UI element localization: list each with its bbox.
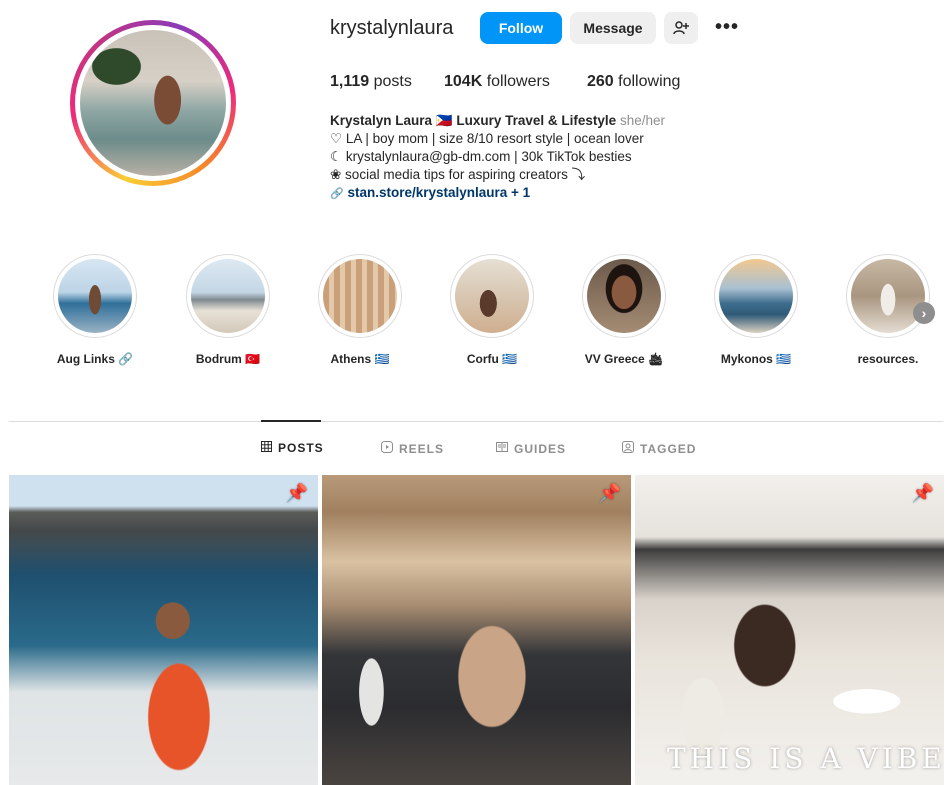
tab-reels[interactable]: REELS (381, 441, 444, 456)
following-label: following (618, 73, 681, 90)
following-count: 260 (587, 73, 614, 90)
profile-pronouns: she/her (619, 113, 665, 128)
following-stat[interactable]: 260 following (587, 73, 680, 91)
bio-link[interactable]: stan.store/krystalynlaura + 1 (347, 185, 530, 200)
highlight-ring (714, 254, 798, 338)
tab-guides[interactable]: GUIDES (496, 441, 566, 456)
profile-display-name: Krystalyn Laura 🇵🇭 Luxury Travel & Lifes… (330, 113, 617, 128)
message-button[interactable]: Message (570, 12, 656, 44)
post-thumbnail[interactable]: 📌 (322, 475, 631, 785)
profile-avatar-ring[interactable] (70, 20, 236, 186)
highlight-ring (53, 254, 137, 338)
pin-icon: 📌 (598, 483, 621, 503)
bio-line: ♡ LA | boy mom | size 8/10 resort style … (330, 131, 644, 146)
highlight-ring (846, 254, 930, 338)
tab-label: REELS (399, 442, 445, 456)
active-tab-indicator (261, 420, 321, 422)
tab-tagged[interactable]: TAGGED (622, 441, 696, 456)
profile-username: krystalynlaura (330, 17, 454, 39)
chevron-right-icon[interactable]: › (913, 302, 935, 324)
highlight-cover (455, 259, 529, 333)
highlight-item[interactable]: VV Greece 🛳 (579, 254, 669, 366)
bio-line: ❀ social media tips for aspiring creator… (330, 167, 586, 182)
highlight-cover (851, 259, 925, 333)
avatar-frame (75, 25, 231, 181)
avatar[interactable] (80, 30, 226, 176)
highlight-cover (191, 259, 265, 333)
profile-bio: Krystalyn Laura 🇵🇭 Luxury Travel & Lifes… (330, 112, 690, 203)
followers-stat[interactable]: 104K followers (444, 73, 550, 91)
post-thumbnail[interactable]: 📌 THIS IS A VIBE (635, 475, 944, 785)
link-icon: 🔗 (330, 188, 344, 200)
guides-icon (496, 441, 508, 456)
more-options-icon[interactable]: ••• (712, 14, 742, 44)
highlight-cover (323, 259, 397, 333)
highlight-ring (318, 254, 402, 338)
tab-label: TAGGED (640, 442, 697, 456)
add-user-icon (673, 21, 689, 35)
posts-label: posts (373, 73, 412, 90)
suggested-users-button[interactable] (664, 12, 698, 44)
grid-icon (261, 441, 272, 455)
highlight-item[interactable]: Corfu 🇬🇷 (447, 254, 537, 366)
highlight-label: Athens 🇬🇷 (330, 352, 390, 366)
followers-count: 104K (444, 73, 483, 90)
posts-stat: 1,119 posts (330, 73, 412, 91)
followers-label: followers (486, 73, 550, 90)
pin-icon: 📌 (911, 483, 934, 503)
highlight-ring (186, 254, 270, 338)
tagged-icon (622, 441, 634, 456)
post-caption-overlay: THIS IS A VIBE (667, 742, 944, 775)
follow-button[interactable]: Follow (480, 12, 562, 44)
pin-icon: 📌 (285, 483, 308, 503)
posts-count: 1,119 (330, 73, 370, 90)
highlight-item[interactable]: Mykonos 🇬🇷 (711, 254, 801, 366)
highlight-label: Aug Links 🔗 (56, 352, 134, 366)
highlight-label: VV Greece 🛳 (584, 352, 664, 366)
tab-label: GUIDES (514, 442, 567, 456)
highlight-label: Mykonos 🇬🇷 (720, 352, 792, 366)
highlight-label: Bodrum 🇹🇷 (195, 352, 261, 366)
highlight-ring (582, 254, 666, 338)
highlight-cover (587, 259, 661, 333)
highlight-item[interactable]: Aug Links 🔗 (50, 254, 140, 366)
tab-posts[interactable]: POSTS (261, 441, 324, 455)
bio-link-row[interactable]: 🔗 stan.store/krystalynlaura + 1 (330, 184, 690, 203)
highlight-item[interactable]: Bodrum 🇹🇷 (183, 254, 273, 366)
highlight-cover (719, 259, 793, 333)
post-thumbnail[interactable]: 📌 (9, 475, 318, 785)
bio-line: ☾ krystalynlaura@gb-dm.com | 30k TikTok … (330, 149, 632, 164)
highlight-item[interactable]: Athens 🇬🇷 (315, 254, 405, 366)
highlight-cover (58, 259, 132, 333)
highlight-ring (450, 254, 534, 338)
highlight-label: Corfu 🇬🇷 (466, 352, 518, 366)
reels-icon (381, 441, 393, 456)
tab-divider (9, 421, 943, 422)
tab-label: POSTS (278, 441, 324, 455)
highlight-label: resources. (857, 352, 919, 366)
